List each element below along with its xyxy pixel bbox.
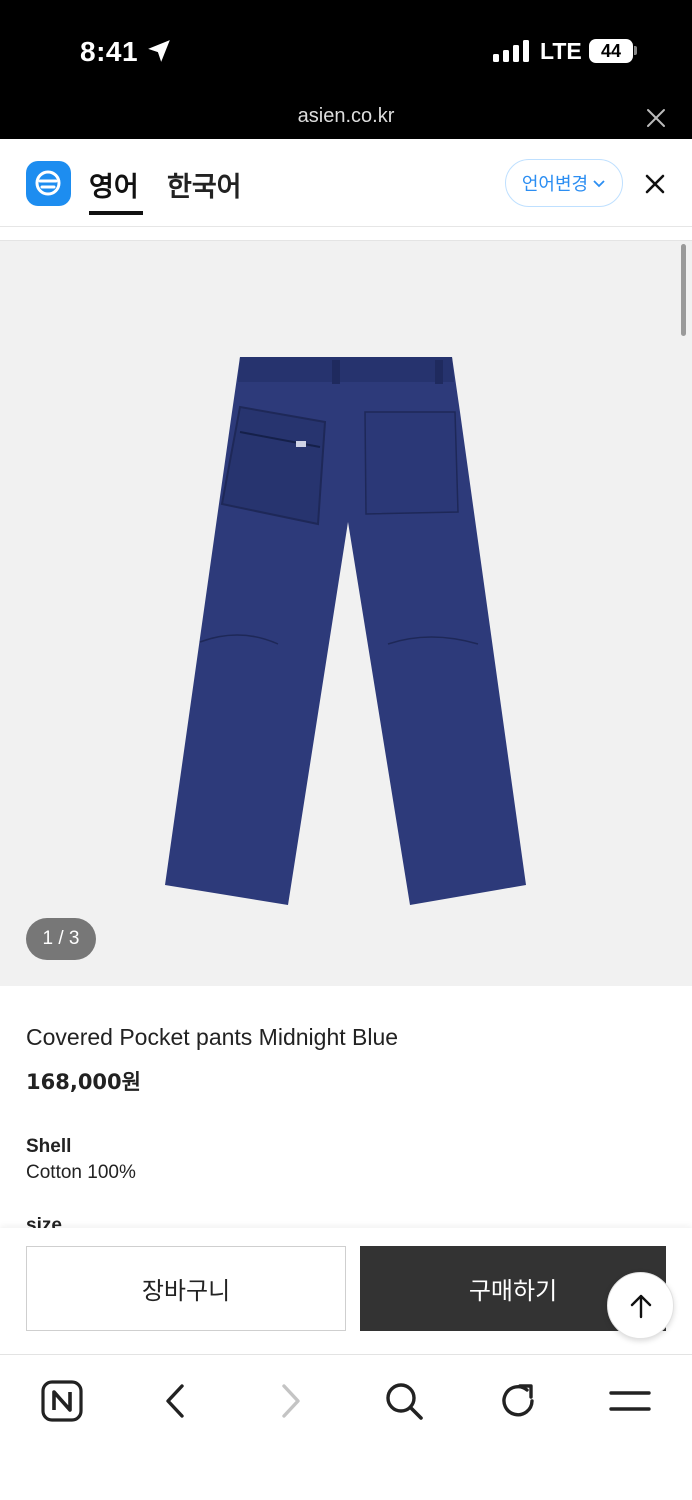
menu-icon[interactable] (608, 1379, 652, 1423)
product-image[interactable] (160, 352, 532, 912)
battery-tip (634, 46, 637, 55)
tab-english[interactable]: 영어 (89, 165, 139, 204)
address-bar-url[interactable]: asien.co.kr (0, 105, 692, 128)
image-counter: 1 / 3 (26, 918, 96, 960)
tab-korean[interactable]: 한국어 (167, 165, 242, 204)
language-change-label: 언어변경 (521, 174, 589, 195)
add-to-cart-label: 장바구니 (141, 1277, 231, 1305)
arrow-up-icon (630, 1294, 651, 1318)
status-time: 8:41 (80, 36, 139, 67)
translation-bar: 영어 한국어 언어변경 (0, 139, 692, 227)
forward-icon[interactable] (268, 1379, 312, 1423)
battery-level: 44 (589, 39, 633, 63)
cellular-signal-icon (493, 40, 529, 62)
product-price: 168,000원 (26, 1070, 141, 1094)
chevron-down-icon (593, 180, 605, 188)
close-icon[interactable] (643, 172, 667, 196)
spec-label-size: size (26, 1215, 62, 1229)
active-tab-indicator (89, 211, 143, 215)
search-icon[interactable] (382, 1379, 426, 1423)
buy-now-label: 구매하기 (468, 1277, 558, 1305)
add-to-cart-button[interactable]: 장바구니 (26, 1246, 346, 1331)
language-change-button[interactable]: 언어변경 (505, 159, 623, 207)
scroll-to-top-button[interactable] (607, 1272, 674, 1339)
browser-toolbar (0, 1354, 692, 1500)
papago-logo-icon (26, 161, 71, 206)
spec-label-shell: Shell (26, 1136, 72, 1157)
scrollbar[interactable] (681, 244, 686, 336)
location-arrow-icon (148, 40, 170, 62)
status-bar: 8:41 LTE 44 asien.co.kr (0, 0, 692, 139)
refresh-icon[interactable] (496, 1379, 540, 1423)
close-icon[interactable] (645, 107, 667, 129)
purchase-action-bar: 장바구니 구매하기 (0, 1228, 692, 1354)
network-type: LTE (540, 38, 582, 64)
spec-value-shell: Cotton 100% (26, 1162, 136, 1183)
naver-icon[interactable] (40, 1379, 84, 1423)
product-title: Covered Pocket pants Midnight Blue (26, 1024, 399, 1050)
back-icon[interactable] (154, 1379, 198, 1423)
